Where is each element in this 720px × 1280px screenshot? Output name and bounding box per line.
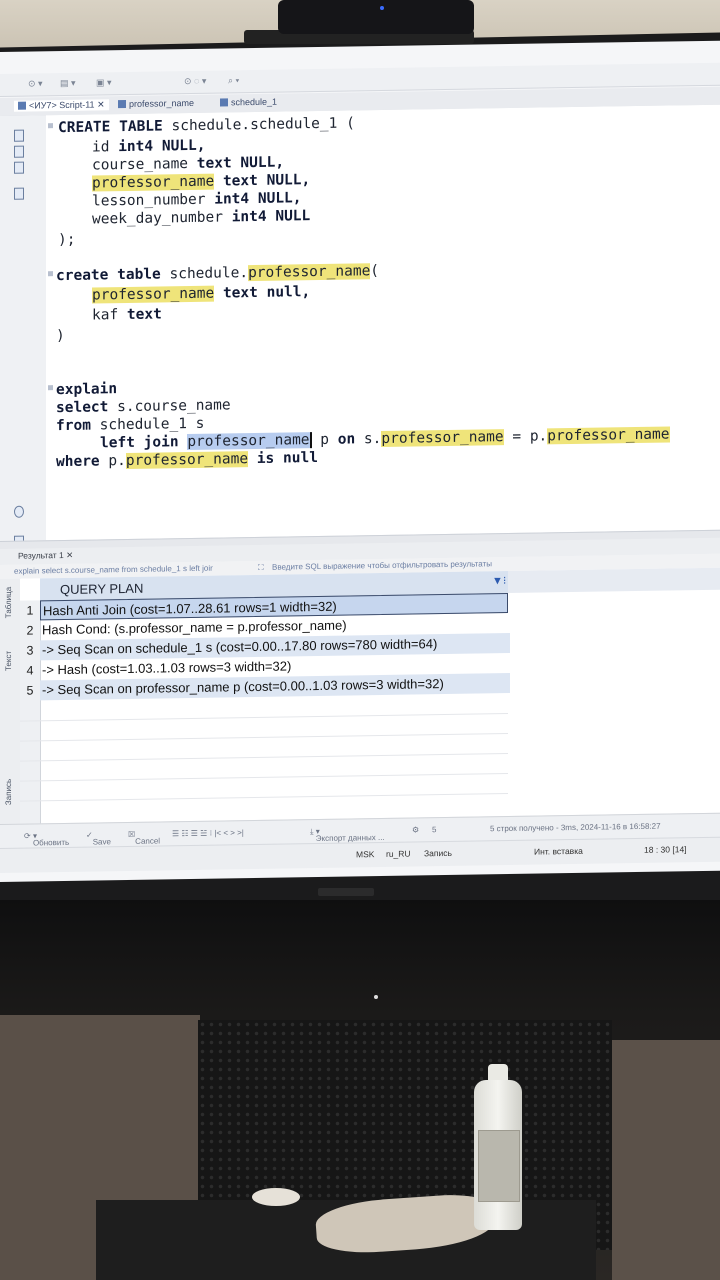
- table-icon: [220, 98, 228, 107]
- fold-marker-icon[interactable]: [48, 271, 53, 277]
- webcam: [278, 0, 474, 34]
- code-line: where p.professor_name is null: [56, 450, 318, 471]
- editor-gutter: [0, 115, 47, 548]
- gear-icon[interactable]: [14, 505, 24, 518]
- cancel-label: Cancel: [135, 836, 161, 846]
- tv-brand-logo: [318, 888, 374, 896]
- fold-marker-icon[interactable]: [48, 385, 53, 391]
- gutter-doc-icon[interactable]: [14, 129, 24, 142]
- tissue: [252, 1188, 300, 1206]
- wall-panel-right: [612, 1040, 720, 1280]
- result-view-switcher: Таблица Текст Запись: [0, 578, 21, 824]
- grid-line: [20, 773, 508, 782]
- locale-indicator: ru_RU: [386, 848, 411, 859]
- view-table-tab[interactable]: Таблица: [4, 587, 13, 619]
- code-line: id int4 NULL,: [92, 137, 206, 156]
- tab-script-11[interactable]: <ИУ7> Script-11 ✕: [14, 99, 109, 112]
- code-line: from schedule_1 s: [56, 415, 205, 435]
- column-header-label: QUERY PLAN: [60, 580, 144, 598]
- results-grid: QUERY PLAN ▼⁝ 1 Hash Anti Join (cost=1.0…: [20, 567, 720, 824]
- table-icon: [118, 100, 126, 109]
- insert-mode-indicator: Инт. вставка: [534, 845, 583, 857]
- expand-icon[interactable]: ⛶: [258, 563, 264, 573]
- camera-led-icon: [380, 6, 384, 10]
- row-number: 5: [26, 683, 34, 698]
- gutter-doc-icon[interactable]: [14, 161, 24, 174]
- search-icon[interactable]: ⌕ ▾: [228, 75, 239, 86]
- grid-line: [20, 753, 508, 762]
- code-line: week_day_number int4 NULL: [92, 208, 311, 228]
- view-text-tab[interactable]: Текст: [4, 651, 13, 671]
- code-line: );: [58, 231, 76, 249]
- grid-empty-area: [508, 567, 720, 594]
- tab-professor-name[interactable]: professor_name: [118, 98, 194, 109]
- code-line: explain: [56, 381, 118, 399]
- row-nav-icons[interactable]: ☰ ☷ ☰ ☱ ⁝ |< < > >|: [172, 828, 244, 838]
- save-label: Save: [92, 837, 111, 847]
- gutter-doc-icon[interactable]: [14, 187, 24, 200]
- cancel-button[interactable]: ☒ Cancel: [128, 830, 160, 846]
- filter-query-text: explain select s.course_name from schedu…: [14, 563, 213, 576]
- script-icon: [18, 101, 26, 110]
- tab-label: professor_name: [129, 97, 195, 109]
- cursor-position: 18 : 30 [14]: [644, 844, 687, 855]
- mode-indicator: Запись: [424, 847, 452, 859]
- row-number: 4: [26, 663, 34, 678]
- toolbar-schema-icon[interactable]: ▣ ▾: [96, 77, 112, 88]
- filter-icon[interactable]: ▼⁝: [492, 574, 506, 587]
- grid-line: [20, 793, 508, 802]
- code-line: professor_name text null,: [92, 284, 311, 304]
- code-line: create table schedule.professor_name(: [56, 263, 380, 285]
- code-line: kaf text: [92, 306, 162, 324]
- toolbar-back-icon[interactable]: ⊙ ▾: [28, 78, 43, 89]
- gutter-doc-icon[interactable]: [14, 145, 24, 158]
- row-number: 3: [26, 643, 34, 658]
- ide-screen: ⊙ ▾ ▤ ▾ ▣ ▾ ⊙ ◌ ▾ ⌕ ▾ <ИУ7> Script-11 ✕ …: [0, 40, 720, 883]
- tab-label: schedule_1: [231, 96, 278, 108]
- refresh-button[interactable]: ⟳ Обновить ▾: [24, 831, 69, 847]
- code-line: ): [56, 327, 65, 345]
- fold-marker-icon[interactable]: [48, 123, 53, 129]
- sql-editor[interactable]: CREATE TABLE schedule.schedule_1 ( id in…: [46, 104, 720, 541]
- spray-bottle-label: [478, 1130, 520, 1202]
- timezone-indicator: MSK: [356, 849, 375, 860]
- save-button[interactable]: ✓ Save: [86, 831, 111, 847]
- tab-schedule-1[interactable]: schedule_1: [220, 97, 277, 108]
- settings-icon[interactable]: ⚙: [412, 825, 419, 834]
- row-number: 1: [26, 603, 34, 618]
- tab-label: <ИУ7> Script-11: [29, 99, 95, 111]
- tab-label: Результат 1: [18, 549, 64, 561]
- grid-line: [20, 733, 508, 742]
- row-number: 2: [26, 623, 34, 638]
- grid-line: [20, 713, 508, 722]
- code-line: CREATE TABLE schedule.schedule_1 (: [58, 115, 355, 137]
- fetch-size-input[interactable]: 5: [432, 825, 436, 834]
- filter-input[interactable]: Введите SQL выражение чтобы отфильтроват…: [272, 559, 492, 571]
- export-button[interactable]: ⤓ Экспорт данных ... ▾: [310, 827, 385, 843]
- toolbar-run-icon[interactable]: ⊙ ◌ ▾: [184, 76, 206, 87]
- toolbar-db-icon[interactable]: ▤ ▾: [60, 78, 76, 89]
- view-record-tab[interactable]: Запись: [4, 779, 13, 805]
- standby-light: [374, 995, 378, 999]
- tab-result-1[interactable]: Результат 1 ✕: [18, 550, 73, 562]
- status-message: 5 строк получено - 3ms, 2024-11-16 в 16:…: [490, 821, 661, 834]
